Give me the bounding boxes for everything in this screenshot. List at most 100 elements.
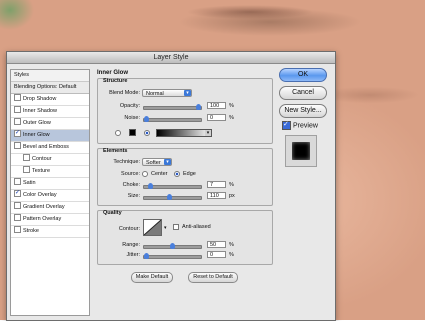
style-item-color-overlay[interactable]: Color Overlay: [11, 188, 89, 202]
size-slider[interactable]: [143, 194, 202, 200]
range-input[interactable]: 50: [207, 241, 226, 248]
chevron-down-icon[interactable]: ▾: [164, 225, 169, 231]
choke-input[interactable]: 7: [207, 181, 226, 188]
style-item-label: Contour: [32, 156, 52, 162]
preview-thumbnail: [285, 135, 317, 167]
jitter-unit: %: [229, 252, 234, 258]
slider-thumb[interactable]: [196, 104, 201, 110]
style-checkbox[interactable]: [14, 226, 21, 234]
contour-picker[interactable]: [143, 219, 162, 236]
style-item-stroke[interactable]: Stroke: [11, 226, 89, 238]
glow-color-swatch[interactable]: [129, 129, 136, 136]
style-item-outer-glow[interactable]: Outer Glow: [11, 118, 89, 130]
size-input[interactable]: 110: [207, 192, 226, 199]
source-edge-radio[interactable]: [174, 171, 180, 177]
styles-header[interactable]: Styles: [11, 70, 89, 82]
solid-color-radio[interactable]: [115, 130, 121, 136]
slider-thumb[interactable]: [144, 253, 149, 259]
style-item-inner-shadow[interactable]: Inner Shadow: [11, 106, 89, 118]
opacity-input[interactable]: 100: [207, 102, 226, 109]
preview-toggle[interactable]: Preview: [282, 120, 318, 130]
source-label: Source:: [121, 171, 140, 177]
slider-thumb[interactable]: [147, 183, 153, 189]
jitter-input[interactable]: 0: [207, 251, 226, 258]
inner-glow-panel: Inner Glow Structure Blend Mode: Normal …: [95, 69, 273, 314]
anti-aliased-checkbox[interactable]: [173, 224, 179, 230]
style-checkbox[interactable]: [14, 128, 21, 139]
style-item-label: Drop Shadow: [23, 96, 57, 102]
gradient-picker[interactable]: ▾: [156, 129, 212, 137]
reset-to-default-button[interactable]: Reset to Default: [188, 272, 238, 283]
style-checkbox[interactable]: [14, 142, 21, 150]
style-item-satin[interactable]: Satin: [11, 178, 89, 190]
technique-label: Technique:: [113, 159, 140, 165]
contour-curve-icon: [144, 220, 161, 235]
style-checkbox[interactable]: [14, 178, 21, 186]
style-item-gradient-overlay[interactable]: Gradient Overlay: [11, 202, 89, 214]
style-item-label: Stroke: [23, 228, 39, 234]
quality-title: Quality: [103, 210, 122, 216]
style-item-label: Gradient Overlay: [23, 204, 65, 210]
style-item-contour[interactable]: Contour: [11, 154, 89, 166]
cancel-button[interactable]: Cancel: [279, 86, 327, 100]
structure-group: Structure Blend Mode: Normal ▾ Opacity: …: [97, 78, 273, 144]
chevron-down-icon: ▾: [184, 90, 191, 96]
style-checkbox[interactable]: [23, 154, 30, 162]
blend-mode-select[interactable]: Normal ▾: [142, 89, 192, 97]
panel-title: Inner Glow: [97, 70, 129, 76]
style-checkbox[interactable]: [14, 118, 21, 126]
choke-label: Choke:: [122, 182, 140, 188]
quality-group: Quality Contour: ▾ Anti-aliased Range: 5…: [97, 210, 273, 265]
structure-title: Structure: [103, 78, 128, 84]
style-checkbox[interactable]: [14, 94, 21, 102]
slider-thumb[interactable]: [166, 194, 172, 200]
style-checkbox[interactable]: [23, 166, 30, 174]
opacity-slider[interactable]: [143, 104, 202, 110]
preview-checkbox[interactable]: [282, 120, 291, 130]
opacity-label: Opacity:: [119, 103, 140, 109]
style-item-bevel-and-emboss[interactable]: Bevel and Emboss: [11, 142, 89, 154]
source-center-label: Center: [151, 171, 168, 177]
source-edge-label: Edge: [183, 171, 196, 177]
source-center-radio[interactable]: [142, 171, 148, 177]
preview-swatch: [292, 142, 310, 160]
style-checkbox[interactable]: [14, 214, 21, 222]
anti-aliased-label: Anti-aliased: [182, 224, 211, 230]
style-item-inner-glow[interactable]: Inner Glow: [11, 128, 89, 142]
blending-options-item[interactable]: Blending Options: Default: [11, 82, 89, 94]
photo-foliage: [0, 0, 35, 40]
noise-unit: %: [229, 115, 234, 121]
blend-mode-label: Blend Mode:: [109, 90, 140, 96]
jitter-label: Jitter:: [126, 252, 140, 258]
technique-select[interactable]: Softer ▾: [142, 158, 172, 166]
style-checkbox[interactable]: [14, 106, 21, 114]
noise-input[interactable]: 0: [207, 114, 226, 121]
style-checkbox[interactable]: [14, 188, 21, 199]
styles-list: Styles Blending Options: Default Drop Sh…: [10, 69, 90, 316]
elements-group: Elements Technique: Softer ▾ Source: Cen…: [97, 148, 273, 206]
slider-thumb[interactable]: [144, 116, 149, 122]
slider-thumb[interactable]: [170, 243, 175, 249]
elements-title: Elements: [103, 148, 128, 154]
range-label: Range:: [122, 242, 140, 248]
chevron-down-icon: ▾: [205, 130, 211, 136]
style-checkbox[interactable]: [14, 202, 21, 210]
choke-unit: %: [229, 182, 234, 188]
style-item-drop-shadow[interactable]: Drop Shadow: [11, 94, 89, 106]
style-item-label: Color Overlay: [23, 192, 57, 198]
new-style-button[interactable]: New Style...: [279, 104, 327, 118]
gradient-radio[interactable]: [144, 130, 150, 136]
chevron-down-icon: ▾: [164, 159, 171, 165]
dialog-title: Layer Style: [7, 52, 335, 64]
range-slider[interactable]: [143, 243, 202, 249]
opacity-unit: %: [229, 103, 234, 109]
noise-slider[interactable]: [143, 116, 202, 122]
jitter-slider[interactable]: [143, 253, 202, 259]
choke-slider[interactable]: [143, 183, 202, 189]
make-default-button[interactable]: Make Default: [131, 272, 173, 283]
style-item-texture[interactable]: Texture: [11, 166, 89, 178]
ok-button[interactable]: OK: [279, 68, 327, 82]
style-item-label: Bevel and Emboss: [23, 144, 69, 150]
size-label: Size:: [127, 193, 140, 199]
style-item-pattern-overlay[interactable]: Pattern Overlay: [11, 214, 89, 226]
